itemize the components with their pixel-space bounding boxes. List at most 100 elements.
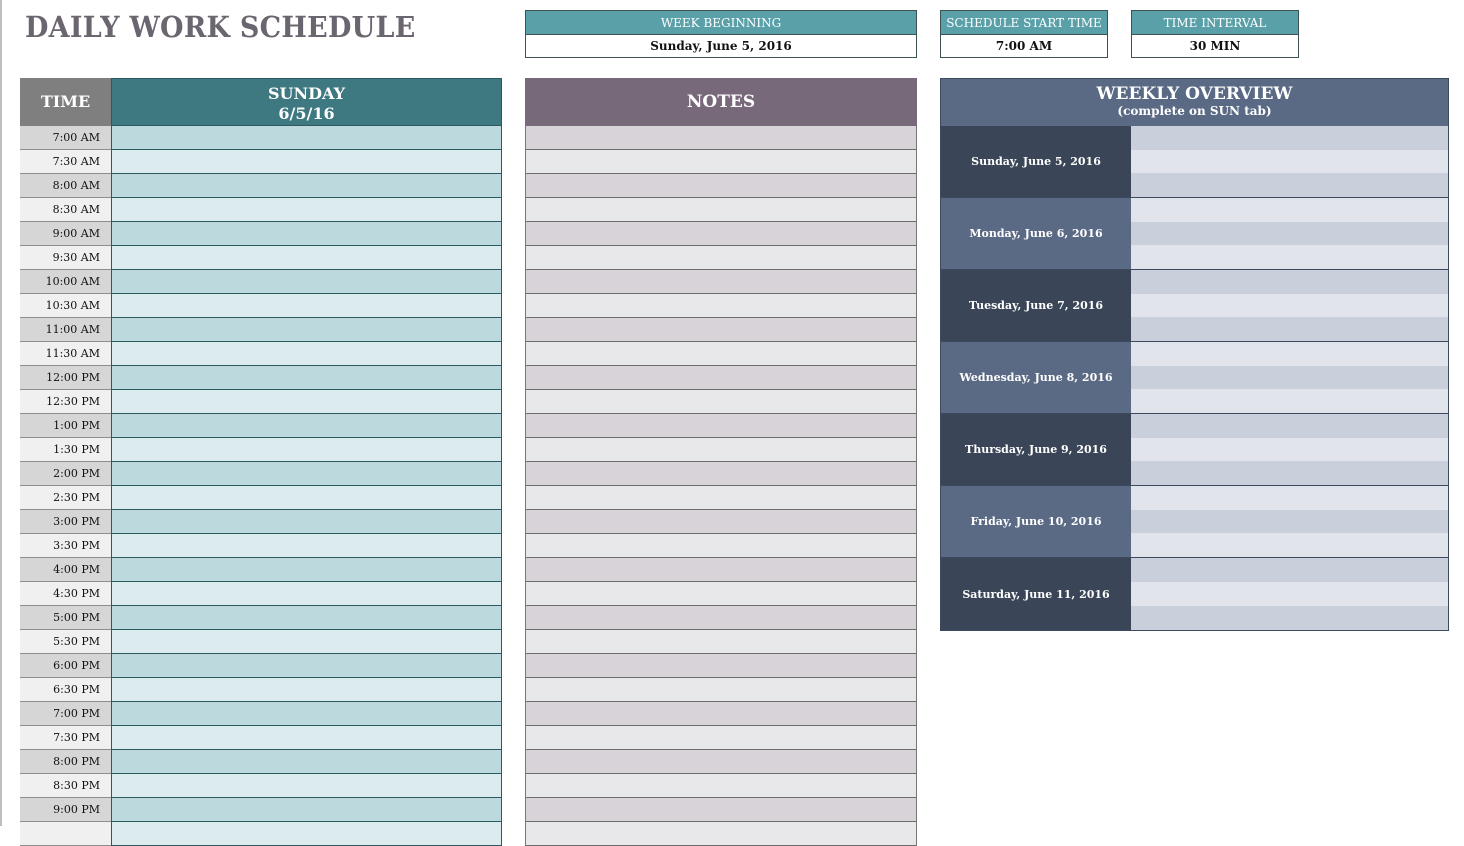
time-slot-label: 12:30 PM xyxy=(20,390,111,414)
schedule-cell[interactable] xyxy=(112,678,501,702)
weekly-overview-entry-cell[interactable] xyxy=(1131,533,1448,558)
weekly-overview-entry-cell[interactable] xyxy=(1131,606,1448,630)
weekly-overview-entry-cell[interactable] xyxy=(1131,245,1448,270)
start-time-label: SCHEDULE START TIME xyxy=(941,11,1107,35)
notes-cell[interactable] xyxy=(526,270,916,294)
weekly-overview-entry-cell[interactable] xyxy=(1131,293,1448,318)
notes-cell[interactable] xyxy=(526,510,916,534)
weekly-overview-entry-cell[interactable] xyxy=(1131,509,1448,534)
notes-cell[interactable] xyxy=(526,582,916,606)
schedule-cell[interactable] xyxy=(112,150,501,174)
time-slot-label: 5:30 PM xyxy=(20,630,111,654)
weekly-overview-entry-cell[interactable] xyxy=(1131,198,1448,222)
time-slot-label: 8:00 AM xyxy=(20,174,111,198)
notes-cell[interactable] xyxy=(526,222,916,246)
weekly-overview-entry-cell[interactable] xyxy=(1131,582,1448,606)
weekly-overview-entry-cell[interactable] xyxy=(1131,149,1448,174)
schedule-cell[interactable] xyxy=(112,246,501,270)
time-slot-label: 4:00 PM xyxy=(20,558,111,582)
weekly-overview-entry-cell[interactable] xyxy=(1131,365,1448,390)
time-slot-label: 4:30 PM xyxy=(20,582,111,606)
notes-cell[interactable] xyxy=(526,126,916,150)
time-slot-label: 11:30 AM xyxy=(20,342,111,366)
weekly-overview-entry-cell[interactable] xyxy=(1131,173,1448,198)
weekly-overview-entry-cell[interactable] xyxy=(1131,221,1448,246)
notes-cell[interactable] xyxy=(526,414,916,438)
schedule-cell[interactable] xyxy=(112,366,501,390)
time-interval-label: TIME INTERVAL xyxy=(1132,11,1298,35)
notes-cell[interactable] xyxy=(526,198,916,222)
weekly-overview-entry-cell[interactable] xyxy=(1131,270,1448,294)
schedule-cell[interactable] xyxy=(112,702,501,726)
time-column: 7:00 AM 7:30 AM 8:00 AM 8:30 AM 9:00 AM 9:30 … xyxy=(20,126,111,846)
weekly-overview-entry-cell[interactable] xyxy=(1131,461,1448,486)
notes-cell[interactable] xyxy=(526,678,916,702)
schedule-cell[interactable] xyxy=(112,798,501,822)
time-slot-label: 5:00 PM xyxy=(20,606,111,630)
schedule-cell[interactable] xyxy=(112,486,501,510)
schedule-cell[interactable] xyxy=(112,222,501,246)
notes-cell[interactable] xyxy=(526,798,916,822)
notes-cell[interactable] xyxy=(526,318,916,342)
schedule-cell[interactable] xyxy=(112,750,501,774)
weekly-overview-entry-cell[interactable] xyxy=(1131,126,1448,150)
notes-cell[interactable] xyxy=(526,534,916,558)
weekly-overview-entries xyxy=(1131,342,1448,414)
schedule-cell[interactable] xyxy=(112,510,501,534)
weekly-overview-day: Thursday, June 9, 2016 xyxy=(941,414,1448,486)
weekly-overview-entry-cell[interactable] xyxy=(1131,558,1448,582)
notes-cell[interactable] xyxy=(526,462,916,486)
schedule-cell[interactable] xyxy=(112,774,501,798)
notes-cell[interactable] xyxy=(526,558,916,582)
notes-cell[interactable] xyxy=(526,150,916,174)
time-slot-label: 7:30 AM xyxy=(20,150,111,174)
schedule-cell[interactable] xyxy=(112,582,501,606)
time-slot-label: 8:30 PM xyxy=(20,774,111,798)
notes-cell[interactable] xyxy=(526,342,916,366)
schedule-cell[interactable] xyxy=(112,294,501,318)
notes-cell[interactable] xyxy=(526,726,916,750)
notes-cell[interactable] xyxy=(526,654,916,678)
weekly-overview-entry-cell[interactable] xyxy=(1131,342,1448,366)
notes-cell[interactable] xyxy=(526,774,916,798)
schedule-cell[interactable] xyxy=(112,606,501,630)
notes-cell[interactable] xyxy=(526,174,916,198)
weekly-overview-entry-cell[interactable] xyxy=(1131,317,1448,342)
week-beginning-value[interactable]: Sunday, June 5, 2016 xyxy=(526,35,916,57)
notes-cell[interactable] xyxy=(526,750,916,774)
notes-cell[interactable] xyxy=(526,438,916,462)
schedule-cell[interactable] xyxy=(112,390,501,414)
notes-cell[interactable] xyxy=(526,630,916,654)
schedule-cell[interactable] xyxy=(112,198,501,222)
notes-cell[interactable] xyxy=(526,702,916,726)
notes-cell[interactable] xyxy=(526,366,916,390)
weekly-overview-entry-cell[interactable] xyxy=(1131,389,1448,414)
weekly-overview-entry-cell[interactable] xyxy=(1131,414,1448,438)
schedule-cell[interactable] xyxy=(112,558,501,582)
weekly-overview-day-label: Monday, June 6, 2016 xyxy=(941,198,1131,269)
schedule-cell[interactable] xyxy=(112,414,501,438)
schedule-cell[interactable] xyxy=(112,654,501,678)
week-beginning-box: WEEK BEGINNING Sunday, June 5, 2016 xyxy=(525,10,917,58)
start-time-value[interactable]: 7:00 AM xyxy=(941,35,1107,57)
schedule-cell[interactable] xyxy=(112,534,501,558)
time-slot-label: 2:00 PM xyxy=(20,462,111,486)
schedule-cell[interactable] xyxy=(112,318,501,342)
notes-cell[interactable] xyxy=(526,606,916,630)
schedule-cell[interactable] xyxy=(112,174,501,198)
schedule-cell[interactable] xyxy=(112,726,501,750)
time-interval-value[interactable]: 30 MIN xyxy=(1132,35,1298,57)
schedule-cell[interactable] xyxy=(112,462,501,486)
weekly-overview-entry-cell[interactable] xyxy=(1131,437,1448,462)
schedule-cell[interactable] xyxy=(112,630,501,654)
weekly-overview-entry-cell[interactable] xyxy=(1131,486,1448,510)
schedule-cell[interactable] xyxy=(112,438,501,462)
schedule-cell[interactable] xyxy=(112,126,501,150)
notes-cell[interactable] xyxy=(526,486,916,510)
schedule-cell[interactable] xyxy=(112,270,501,294)
weekly-overview-day-label: Tuesday, June 7, 2016 xyxy=(941,270,1131,341)
notes-cell[interactable] xyxy=(526,294,916,318)
notes-cell[interactable] xyxy=(526,246,916,270)
schedule-cell[interactable] xyxy=(112,342,501,366)
notes-cell[interactable] xyxy=(526,390,916,414)
